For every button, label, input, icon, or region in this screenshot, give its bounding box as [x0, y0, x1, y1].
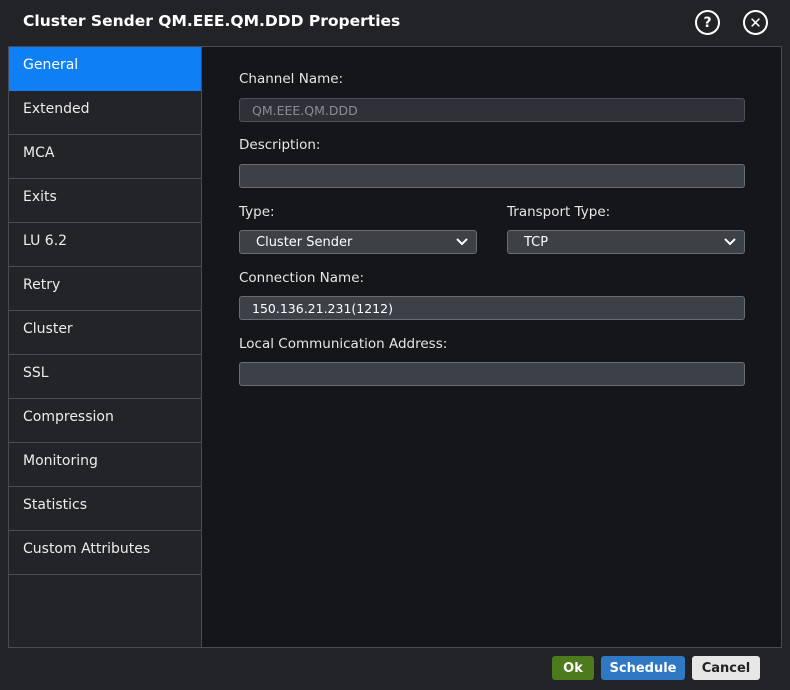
- connection-name-field[interactable]: 150.136.21.231(1212): [239, 296, 745, 320]
- transport-type-select[interactable]: TCP: [507, 230, 745, 254]
- dialog-titlebar: Cluster Sender QM.EEE.QM.DDD Properties …: [0, 0, 790, 46]
- sidebar-item-ssl[interactable]: SSL: [9, 355, 201, 399]
- sidebar-item-extended[interactable]: Extended: [9, 91, 201, 135]
- sidebar-item-exits[interactable]: Exits: [9, 179, 201, 223]
- cancel-button[interactable]: Cancel: [692, 656, 760, 680]
- chevron-down-icon: [724, 238, 736, 246]
- general-panel: Channel Name: QM.EEE.QM.DDD Description:…: [203, 47, 781, 647]
- chevron-down-icon: [456, 238, 468, 246]
- sidebar-item-mca[interactable]: MCA: [9, 135, 201, 179]
- sidebar-item-cluster[interactable]: Cluster: [9, 311, 201, 355]
- dialog-title: Cluster Sender QM.EEE.QM.DDD Properties: [23, 12, 401, 30]
- connection-name-label: Connection Name:: [239, 270, 365, 286]
- channel-name-field: QM.EEE.QM.DDD: [239, 98, 745, 122]
- close-icon[interactable]: ✕: [743, 10, 768, 35]
- local-address-field[interactable]: [239, 362, 745, 386]
- sidebar-item-monitoring[interactable]: Monitoring: [9, 443, 201, 487]
- transport-type-label: Transport Type:: [507, 204, 611, 220]
- sidebar-item-general[interactable]: General: [9, 47, 201, 91]
- description-label: Description:: [239, 137, 321, 153]
- sidebar-item-compression[interactable]: Compression: [9, 399, 201, 443]
- description-field[interactable]: [239, 164, 745, 188]
- dialog-content: General Extended MCA Exits LU 6.2 Retry …: [8, 46, 782, 648]
- transport-type-select-value: TCP: [524, 235, 549, 250]
- type-select[interactable]: Cluster Sender: [239, 230, 477, 254]
- sidebar-item-lu62[interactable]: LU 6.2: [9, 223, 201, 267]
- sidebar-item-statistics[interactable]: Statistics: [9, 487, 201, 531]
- sidebar-item-retry[interactable]: Retry: [9, 267, 201, 311]
- ok-button[interactable]: Ok: [552, 656, 594, 680]
- type-select-value: Cluster Sender: [256, 235, 353, 250]
- schedule-button[interactable]: Schedule: [601, 656, 685, 680]
- type-label: Type:: [239, 204, 275, 220]
- local-address-label: Local Communication Address:: [239, 336, 448, 352]
- sidebar: General Extended MCA Exits LU 6.2 Retry …: [9, 47, 202, 647]
- channel-name-label: Channel Name:: [239, 71, 344, 87]
- help-icon[interactable]: ?: [695, 10, 720, 35]
- sidebar-item-custom-attributes[interactable]: Custom Attributes: [9, 531, 201, 575]
